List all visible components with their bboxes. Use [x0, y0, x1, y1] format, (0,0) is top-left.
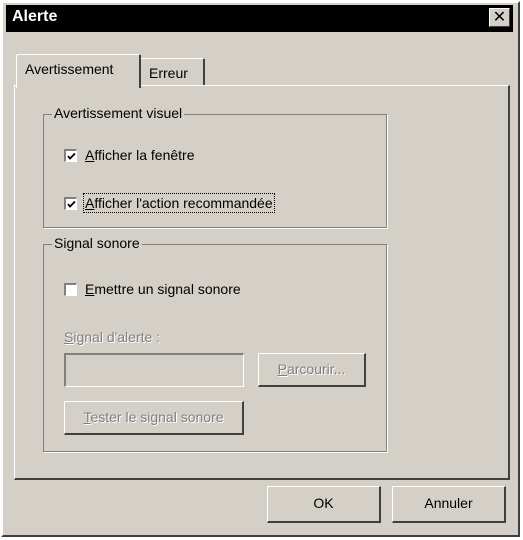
- window-title: Alerte: [12, 8, 58, 25]
- cancel-button[interactable]: Annuler: [392, 486, 506, 523]
- checkmark-icon: [67, 200, 76, 208]
- checkbox-box[interactable]: [64, 196, 77, 210]
- tab-panel: Avertissement visuel Afficher la fenêtre…: [14, 85, 510, 480]
- checkbox-box[interactable]: [64, 148, 77, 162]
- browse-button[interactable]: Parcourir...: [258, 353, 366, 387]
- alert-dialog: Alerte ✕ Avertissement Erreur Avertissem…: [1, 1, 520, 537]
- test-sound-button[interactable]: Tester le signal sonore: [64, 401, 244, 435]
- emit-sound-checkbox[interactable]: Emettre un signal sonore: [64, 281, 241, 297]
- visual-warning-legend: Avertissement visuel: [52, 105, 185, 121]
- show-window-checkbox[interactable]: Afficher la fenêtre: [64, 147, 194, 163]
- title-bar: Alerte ✕: [6, 5, 513, 32]
- show-action-label: Afficher l'action recommandée: [83, 193, 275, 213]
- emit-sound-label: Emettre un signal sonore: [85, 281, 241, 297]
- sound-signal-group: Signal sonore Emettre un signal sonore S…: [43, 235, 387, 452]
- checkmark-icon: [67, 152, 76, 160]
- tab-erreur[interactable]: Erreur: [140, 58, 205, 85]
- show-action-checkbox[interactable]: Afficher l'action recommandée: [64, 193, 275, 213]
- checkbox-box[interactable]: [64, 282, 77, 296]
- show-window-label: Afficher la fenêtre: [85, 147, 195, 163]
- signal-label: Signal d'alerte :: [64, 329, 161, 345]
- visual-warning-group: Avertissement visuel Afficher la fenêtre…: [43, 105, 387, 228]
- tab-avertissement[interactable]: Avertissement: [16, 54, 141, 88]
- signal-file-input[interactable]: [64, 353, 244, 387]
- tab-label: Avertissement: [25, 61, 114, 77]
- sound-signal-legend: Signal sonore: [52, 235, 142, 251]
- tab-label: Erreur: [149, 65, 188, 81]
- ok-button[interactable]: OK: [267, 486, 381, 523]
- close-icon[interactable]: ✕: [489, 8, 510, 27]
